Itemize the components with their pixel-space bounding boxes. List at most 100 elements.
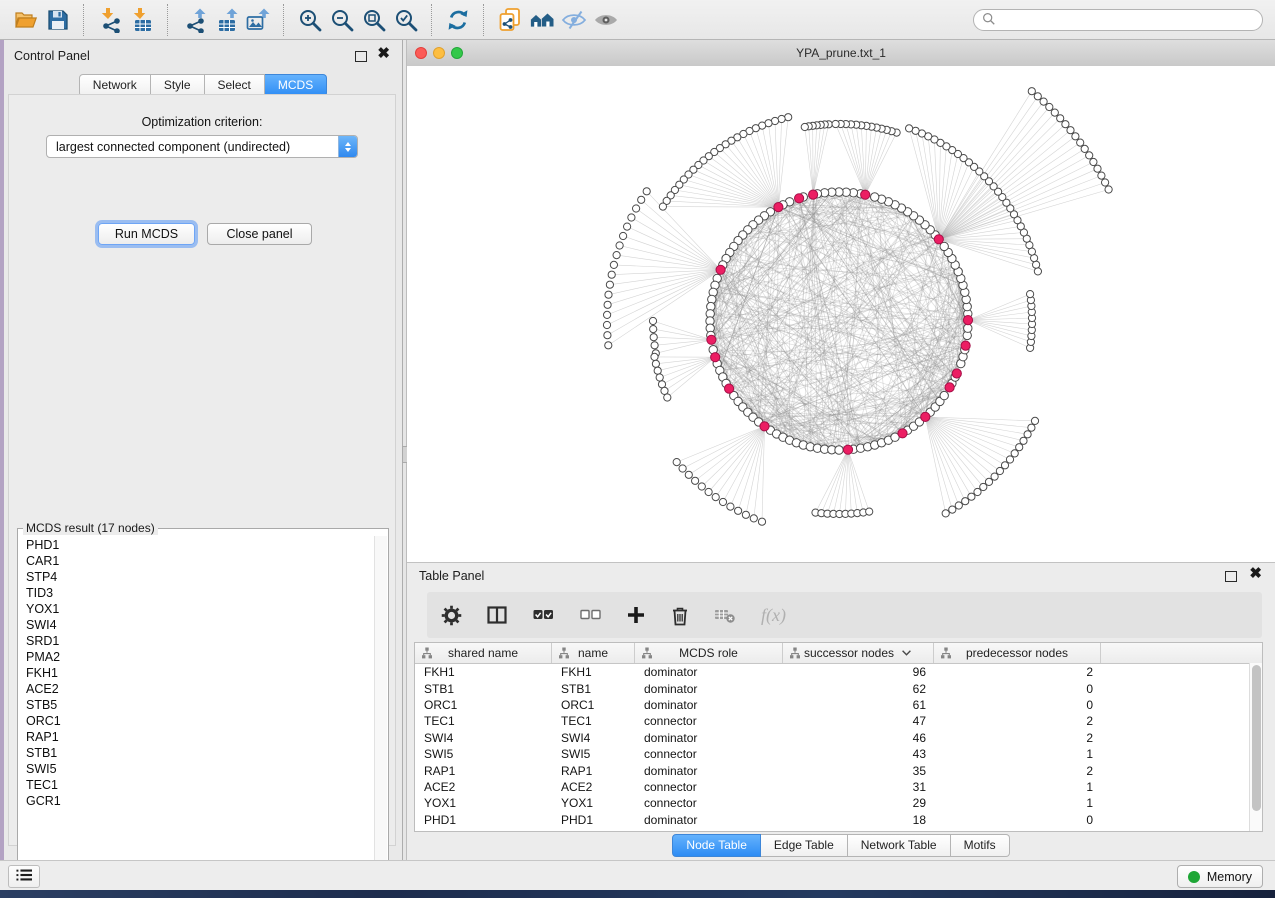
hide-selected-icon[interactable] <box>558 5 590 35</box>
mcds-result-item[interactable]: SWI5 <box>26 761 374 777</box>
table-cell: 1 <box>934 796 1101 810</box>
panel-menu-button[interactable] <box>8 865 40 888</box>
mcds-result-item[interactable]: YOX1 <box>26 601 374 617</box>
run-mcds-button[interactable]: Run MCDS <box>98 223 195 245</box>
table-panel-tabs: Node TableEdge TableNetwork TableMotifs <box>407 834 1275 857</box>
table-row[interactable]: STB1STB1dominator620 <box>415 680 1262 696</box>
search-input[interactable] <box>1001 12 1262 28</box>
mcds-result-item[interactable]: SRD1 <box>26 633 374 649</box>
table-row[interactable]: ORC1ORC1dominator610 <box>415 697 1262 713</box>
table-cell: ORC1 <box>415 698 552 712</box>
network-canvas[interactable] <box>407 66 1275 562</box>
import-table-icon[interactable] <box>126 5 158 35</box>
select-all-rows-icon[interactable] <box>532 603 555 627</box>
table-scrollbar[interactable] <box>1249 663 1262 831</box>
mcds-result-item[interactable]: PHD1 <box>26 537 374 553</box>
column-header-mcds-role[interactable]: MCDS role <box>635 643 783 663</box>
column-header-label: MCDS role <box>679 646 738 660</box>
table-tab-motifs[interactable]: Motifs <box>951 834 1010 857</box>
table-row[interactable]: SWI4SWI4dominator462 <box>415 730 1262 746</box>
mcds-result-item[interactable]: FKH1 <box>26 665 374 681</box>
optimization-criterion-label: Optimization criterion: <box>9 115 395 129</box>
close-panel-icon[interactable]: ✖ <box>377 46 390 61</box>
mcds-result-item[interactable]: STP4 <box>26 569 374 585</box>
export-network-icon[interactable] <box>178 5 210 35</box>
mcds-list-scrollbar[interactable] <box>374 536 387 889</box>
mcds-result-item[interactable]: TID3 <box>26 585 374 601</box>
table-scrollbar-thumb[interactable] <box>1252 665 1261 811</box>
mcds-result-item[interactable]: SWI4 <box>26 617 374 633</box>
table-cell: SWI4 <box>552 731 635 745</box>
sort-indicator-icon <box>901 649 912 657</box>
table-row[interactable]: FKH1FKH1dominator962 <box>415 664 1262 680</box>
table-row[interactable]: TEC1TEC1connector472 <box>415 713 1262 729</box>
duplicate-network-icon[interactable] <box>494 5 526 35</box>
close-table-panel-icon[interactable]: ✖ <box>1249 566 1262 581</box>
add-column-icon[interactable] <box>626 603 646 627</box>
export-image-icon[interactable] <box>242 5 274 35</box>
zoom-out-icon[interactable] <box>326 5 358 35</box>
table-tab-node-table[interactable]: Node Table <box>672 834 761 857</box>
column-type-icon <box>641 647 653 662</box>
table-cell: 0 <box>934 698 1101 712</box>
mcds-result-item[interactable]: ACE2 <box>26 681 374 697</box>
zoom-fit-icon[interactable] <box>358 5 390 35</box>
mcds-result-item[interactable]: ORC1 <box>26 713 374 729</box>
table-cell: SWI5 <box>415 747 552 761</box>
network-window-titlebar[interactable]: YPA_prune.txt_1 <box>407 40 1275 67</box>
column-header-label: name <box>578 646 608 660</box>
first-neighbors-icon[interactable] <box>526 5 558 35</box>
table-cell: YOX1 <box>552 796 635 810</box>
svg-text:f(x): f(x) <box>761 605 786 626</box>
zoom-in-icon[interactable] <box>294 5 326 35</box>
mcds-result-item[interactable]: STB1 <box>26 745 374 761</box>
save-session-icon[interactable] <box>42 5 74 35</box>
table-row[interactable]: YOX1YOX1connector291 <box>415 795 1262 811</box>
mcds-result-item[interactable]: CAR1 <box>26 553 374 569</box>
export-table-icon[interactable] <box>210 5 242 35</box>
column-header-label: shared name <box>448 646 518 660</box>
table-cell: dominator <box>635 764 783 778</box>
deselect-all-rows-icon[interactable] <box>579 603 602 627</box>
column-header-name[interactable]: name <box>552 643 635 663</box>
import-network-icon[interactable] <box>94 5 126 35</box>
delete-column-icon[interactable] <box>670 603 690 627</box>
table-cell: 18 <box>783 813 934 827</box>
refresh-view-icon[interactable] <box>442 5 474 35</box>
table-row[interactable]: ACE2ACE2connector311 <box>415 779 1262 795</box>
column-header-successor-nodes[interactable]: successor nodes <box>783 643 934 663</box>
float-panel-icon[interactable] <box>355 51 367 62</box>
float-table-panel-icon[interactable] <box>1225 571 1237 582</box>
table-cell: 2 <box>934 764 1101 778</box>
table-cell: STB1 <box>415 682 552 696</box>
memory-button[interactable]: Memory <box>1177 865 1263 888</box>
network-graph[interactable] <box>407 66 1275 562</box>
column-type-icon <box>558 647 570 662</box>
close-panel-button[interactable]: Close panel <box>207 223 312 245</box>
table-cell: dominator <box>635 682 783 696</box>
column-header-label: successor nodes <box>804 646 894 660</box>
table-cell: SWI4 <box>415 731 552 745</box>
mcds-result-item[interactable]: STB5 <box>26 697 374 713</box>
table-row[interactable]: PHD1PHD1dominator180 <box>415 812 1262 828</box>
table-row[interactable]: RAP1RAP1dominator352 <box>415 762 1262 778</box>
table-tab-edge-table[interactable]: Edge Table <box>761 834 848 857</box>
table-toolbar: f(x) <box>427 592 1262 638</box>
search-box[interactable] <box>973 9 1263 31</box>
mcds-result-item[interactable]: RAP1 <box>26 729 374 745</box>
column-header-filler <box>1101 643 1262 663</box>
table-settings-icon[interactable] <box>441 603 462 627</box>
mcds-result-item[interactable]: GCR1 <box>26 793 374 809</box>
split-view-icon[interactable] <box>486 603 508 627</box>
mcds-result-item[interactable]: TEC1 <box>26 777 374 793</box>
column-header-shared-name[interactable]: shared name <box>415 643 552 663</box>
optimization-criterion-select[interactable]: largest connected component (undirected) <box>46 135 358 158</box>
table-row[interactable]: SWI5SWI5connector431 <box>415 746 1262 762</box>
table-tab-network-table[interactable]: Network Table <box>848 834 951 857</box>
open-file-icon[interactable] <box>10 5 42 35</box>
mcds-result-item[interactable]: PMA2 <box>26 649 374 665</box>
zoom-selected-icon[interactable] <box>390 5 422 35</box>
column-header-predecessor-nodes[interactable]: predecessor nodes <box>934 643 1101 663</box>
desktop-bottom-strip <box>0 890 1275 898</box>
show-all-icon[interactable] <box>590 5 622 35</box>
